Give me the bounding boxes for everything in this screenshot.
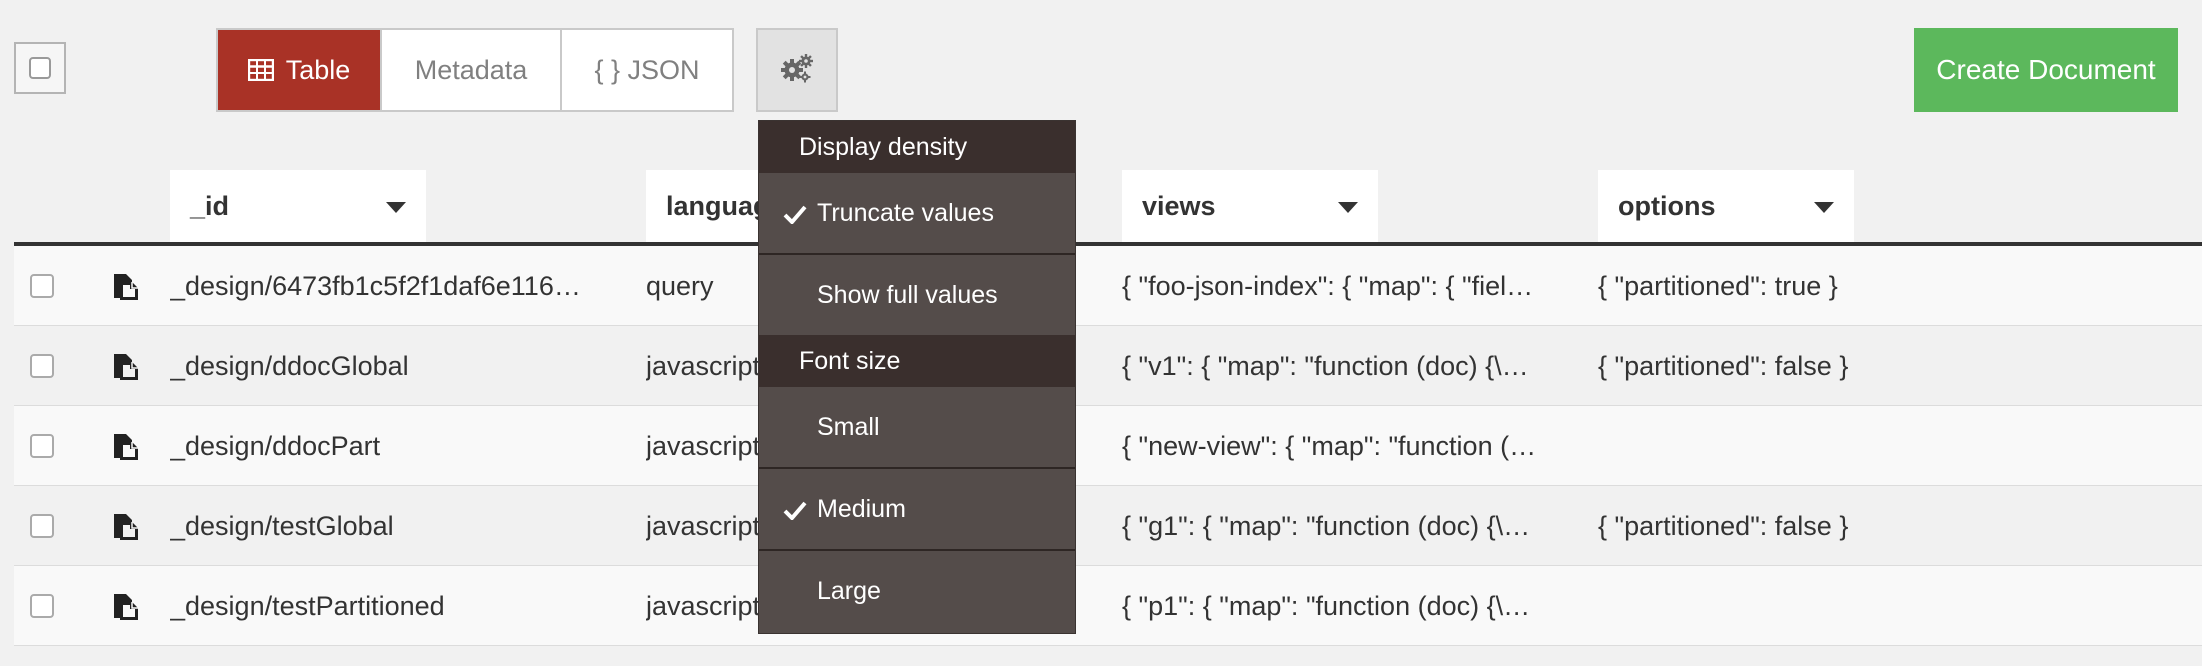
chevron-down-icon[interactable] — [1338, 202, 1358, 213]
tab-table[interactable]: Table — [218, 30, 380, 110]
column-header-id-label: _id — [190, 190, 230, 221]
row-checkbox[interactable] — [30, 514, 54, 538]
cell-language: javascript — [646, 590, 761, 621]
cell-options — [1598, 406, 2158, 486]
cell-options: { "partitioned": false } — [1598, 510, 1849, 541]
menu-item-show-full-values[interactable]: Show full values — [759, 255, 1075, 335]
cell-id: _design/6473fb1c5f2f1daf6e116… — [170, 270, 581, 301]
cell-language: javascript — [646, 510, 761, 541]
cell-id: _design/testPartitioned — [170, 590, 445, 621]
column-header-options-label: options — [1618, 190, 1716, 221]
copy-icon[interactable] — [112, 272, 140, 307]
cell-id: _design/ddocPart — [170, 430, 381, 461]
select-all-box — [29, 57, 51, 79]
table-row[interactable]: _design/ddocGlobal javascript { "v1": { … — [14, 326, 2202, 406]
display-settings-button[interactable] — [756, 28, 838, 112]
tab-json-label: { } JSON — [594, 54, 700, 85]
cell-options — [1598, 566, 2158, 646]
row-checkbox[interactable] — [30, 434, 54, 458]
cell-views: { "foo-json-index": { "map": { "fiel… — [1122, 270, 1534, 301]
column-header-views[interactable]: views — [1122, 170, 1378, 242]
tab-json[interactable]: { } JSON — [560, 30, 732, 110]
chevron-down-icon[interactable] — [1814, 202, 1834, 213]
menu-item-font-small[interactable]: Small — [759, 387, 1075, 467]
view-switcher: Table Metadata { } JSON — [216, 28, 734, 112]
menu-item-label: Medium — [817, 494, 906, 523]
tab-metadata-label: Metadata — [414, 54, 528, 85]
cell-language: javascript — [646, 430, 761, 461]
copy-icon[interactable] — [112, 592, 140, 627]
row-checkbox[interactable] — [30, 274, 54, 298]
table-row[interactable]: _design/testGlobal javascript { "g1": { … — [14, 486, 2202, 566]
table-row[interactable]: _design/6473fb1c5f2f1daf6e116… query { "… — [14, 246, 2202, 326]
tab-table-label: Table — [285, 54, 351, 85]
cell-options: { "partitioned": false } — [1598, 350, 1849, 381]
menu-item-label: Large — [817, 576, 881, 605]
select-all-checkbox[interactable] — [14, 42, 66, 94]
cell-views: { "g1": { "map": "function (doc) {\… — [1122, 510, 1531, 541]
column-header-id[interactable]: _id — [170, 170, 426, 242]
menu-item-label: Show full values — [817, 280, 998, 309]
chevron-down-icon[interactable] — [386, 202, 406, 213]
copy-icon[interactable] — [112, 432, 140, 467]
menu-item-label: Truncate values — [817, 198, 994, 227]
cell-language: javascript — [646, 350, 761, 381]
column-header-options[interactable]: options — [1598, 170, 1854, 242]
menu-item-label: Small — [817, 412, 880, 441]
copy-icon[interactable] — [112, 512, 140, 547]
copy-icon[interactable] — [112, 352, 140, 387]
row-checkbox[interactable] — [30, 594, 54, 618]
cell-views: { "p1": { "map": "function (doc) {\… — [1122, 590, 1531, 621]
cell-id: _design/ddocGlobal — [170, 350, 409, 381]
table-row[interactable]: _design/ddocPart javascript { "new-view"… — [14, 406, 2202, 486]
gears-icon — [780, 53, 814, 88]
cell-views: { "new-view": { "map": "function (… — [1122, 430, 1537, 461]
check-icon — [783, 202, 807, 231]
table-row[interactable]: _design/testPartitioned javascript { "p1… — [14, 566, 2202, 646]
column-header-views-label: views — [1142, 190, 1216, 221]
tab-metadata[interactable]: Metadata — [380, 30, 560, 110]
menu-item-font-large[interactable]: Large — [759, 551, 1075, 631]
table-icon — [247, 59, 274, 81]
check-icon — [783, 498, 807, 527]
create-document-button[interactable]: Create Document — [1914, 28, 2178, 112]
row-checkbox[interactable] — [30, 354, 54, 378]
cell-options: { "partitioned": true } — [1598, 270, 1838, 301]
menu-header-display-density: Display density — [759, 121, 1075, 173]
cell-views: { "v1": { "map": "function (doc) {\… — [1122, 350, 1529, 381]
menu-header-font-size: Font size — [759, 335, 1075, 387]
display-settings-menu: Display density Truncate values Show ful… — [758, 120, 1076, 634]
create-document-label: Create Document — [1936, 54, 2156, 85]
cell-language: query — [646, 270, 714, 301]
cell-id: _design/testGlobal — [170, 510, 394, 541]
menu-item-truncate-values[interactable]: Truncate values — [759, 173, 1075, 253]
menu-item-font-medium[interactable]: Medium — [759, 469, 1075, 549]
